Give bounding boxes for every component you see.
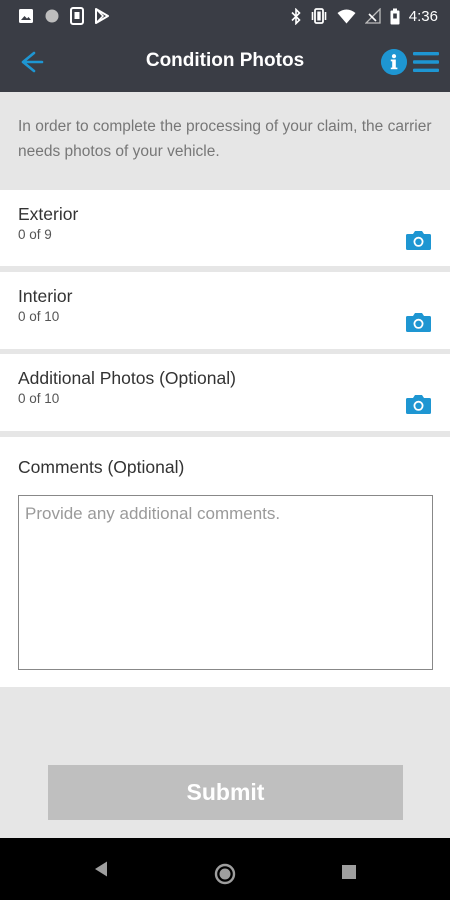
photo-count: 0 of 10 xyxy=(18,309,60,324)
menu-icon[interactable] xyxy=(413,51,439,73)
status-time: 4:36 xyxy=(408,7,438,25)
comments-label: Comments (Optional) xyxy=(18,457,185,477)
wifi-icon xyxy=(337,9,356,23)
no-signal-icon xyxy=(364,8,381,24)
photo-section-interior[interactable]: Interior 0 of 10 xyxy=(0,272,450,349)
nav-home-icon[interactable] xyxy=(214,863,236,885)
nav-back-icon[interactable] xyxy=(93,860,109,878)
camera-icon[interactable] xyxy=(405,229,432,251)
photo-count: 0 of 10 xyxy=(18,391,60,406)
app-bar: Condition Photos xyxy=(0,32,450,92)
section-title: Additional Photos (Optional) xyxy=(18,368,236,388)
camera-icon[interactable] xyxy=(405,311,432,333)
back-arrow-icon[interactable] xyxy=(14,48,46,76)
status-bar: 4:36 xyxy=(0,0,450,32)
bluetooth-icon xyxy=(291,7,301,25)
photo-section-exterior[interactable]: Exterior 0 of 9 xyxy=(0,190,450,266)
battery-icon xyxy=(390,8,400,24)
sim-icon xyxy=(70,7,84,25)
navigation-bar xyxy=(0,838,450,900)
submit-button[interactable]: Submit xyxy=(48,765,403,820)
nav-recents-icon[interactable] xyxy=(342,865,356,879)
section-title: Exterior xyxy=(18,204,79,224)
play-store-icon xyxy=(95,8,109,24)
intro-text: In order to complete the processing of y… xyxy=(0,92,450,190)
image-icon xyxy=(19,9,33,23)
info-icon[interactable] xyxy=(381,49,407,75)
section-title: Interior xyxy=(18,286,73,306)
comments-input[interactable] xyxy=(18,495,433,670)
circle-icon xyxy=(45,9,59,23)
photo-count: 0 of 9 xyxy=(18,227,52,242)
comments-section: Comments (Optional) xyxy=(0,437,450,687)
vibrate-icon xyxy=(311,8,327,24)
photo-section-additional[interactable]: Additional Photos (Optional) 0 of 10 xyxy=(0,354,450,431)
camera-icon[interactable] xyxy=(405,393,432,415)
